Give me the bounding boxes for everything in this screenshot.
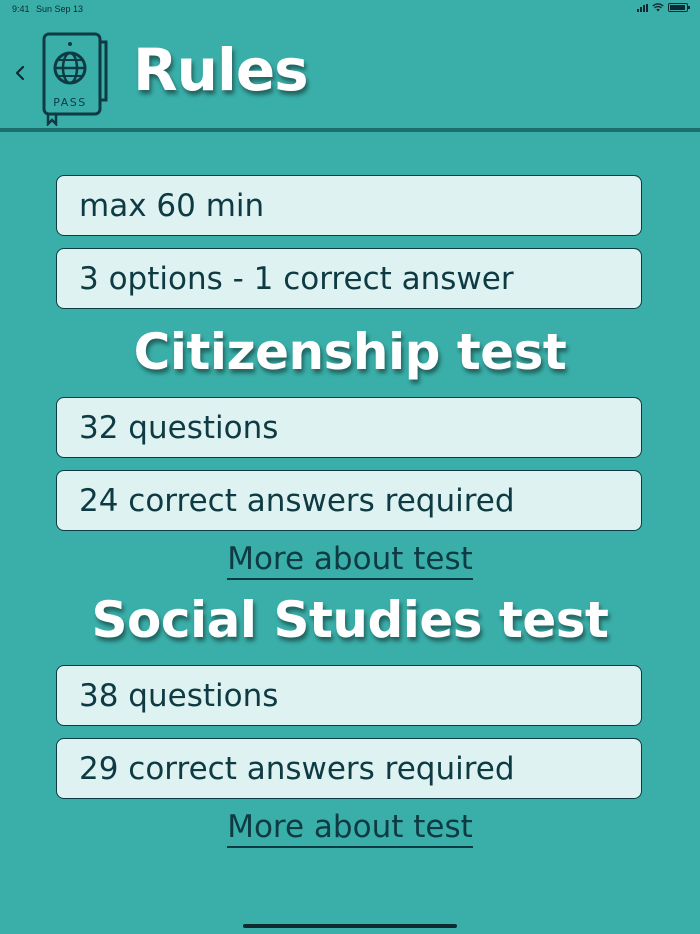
status-date: Sun Sep 13: [36, 4, 84, 14]
header: PASS Rules: [0, 22, 700, 128]
citizenship-more-link[interactable]: More about test: [56, 539, 644, 583]
passport-icon: PASS: [42, 32, 108, 126]
rule-card-options: 3 options - 1 correct answer: [56, 248, 642, 309]
rules-content: max 60 min 3 options - 1 correct answer …: [56, 175, 644, 851]
wifi-icon: [652, 3, 664, 12]
social-studies-questions-card: 38 questions: [56, 665, 642, 726]
status-time: 9:41: [12, 4, 30, 14]
chevron-left-icon: [15, 65, 25, 81]
battery-icon: [668, 3, 690, 12]
social-studies-more-link[interactable]: More about test: [56, 807, 644, 851]
citizenship-more-label: More about test: [227, 541, 473, 580]
citizenship-questions-card: 32 questions: [56, 397, 642, 458]
social-studies-required-card: 29 correct answers required: [56, 738, 642, 799]
home-indicator: [243, 924, 457, 928]
citizenship-required-card: 24 correct answers required: [56, 470, 642, 531]
status-bar: 9:41 Sun Sep 13: [0, 0, 700, 20]
citizenship-test-title: Citizenship test: [133, 323, 567, 381]
passport-label: PASS: [53, 96, 86, 109]
header-divider: [0, 128, 700, 132]
social-studies-test-title: Social Studies test: [91, 591, 609, 649]
page-title: Rules: [133, 36, 309, 104]
social-studies-more-label: More about test: [227, 809, 473, 848]
back-button[interactable]: [10, 58, 30, 88]
rule-card-time: max 60 min: [56, 175, 642, 236]
status-icons: [637, 3, 690, 12]
cellular-signal-icon: [637, 3, 648, 12]
